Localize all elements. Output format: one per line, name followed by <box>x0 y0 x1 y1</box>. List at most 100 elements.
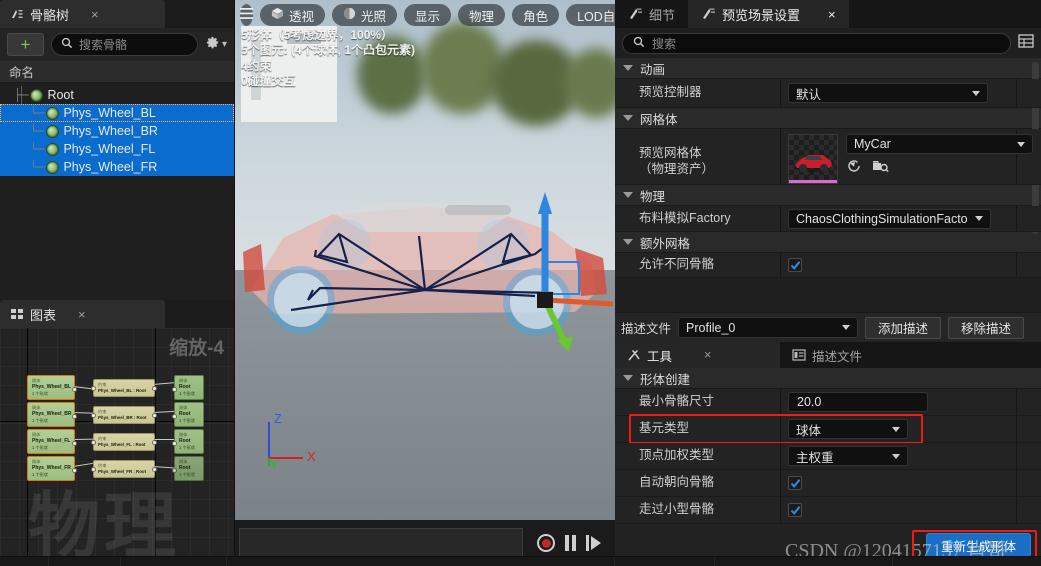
section-header-physics[interactable]: 物理 <box>615 185 1041 206</box>
viewport-lighting-button[interactable]: 光照 <box>332 4 398 26</box>
close-icon[interactable]: × <box>704 348 711 362</box>
node-name: Phys_Wheel_FR : Root <box>98 469 147 475</box>
browse-to-asset-icon[interactable] <box>872 158 889 179</box>
tab-preview-scene-settings[interactable]: 预览场景设置 × <box>688 0 849 28</box>
tree-row-phys-wheel-fr[interactable]: └─ Phys_Wheel_FR <box>0 158 234 176</box>
tree-row-root[interactable]: ├─ Root <box>0 86 234 104</box>
tree-row-phys-wheel-br[interactable]: └─ Phys_Wheel_BR <box>0 122 234 140</box>
graph-node-body[interactable]: 刚体 Phys_Wheel_BL 1 个形状 <box>27 375 77 401</box>
preview-mesh-thumbnail[interactable] <box>788 134 838 184</box>
combo-value: 默认 <box>796 87 822 102</box>
viewport-menu-button[interactable] <box>240 4 253 26</box>
preview-mesh-combo[interactable]: MyCar <box>846 134 1033 154</box>
node-input-pin[interactable] <box>91 440 96 445</box>
section-header-body-creation[interactable]: 形体创建 <box>615 368 1041 389</box>
viewport-character-button[interactable]: 角色 <box>512 4 560 26</box>
graph-node-constraint[interactable]: 约束 Phys_Wheel_BL : Root <box>91 379 157 398</box>
bone-icon <box>46 160 60 174</box>
search-icon <box>633 36 645 51</box>
step-triangle-icon <box>591 536 601 550</box>
node-input-pin[interactable] <box>91 467 96 472</box>
graph-zoom-label: 缩放-4 <box>169 338 224 359</box>
left-column: 骨骼树 × + 搜索骨骼 ▾ 命名 ├─ Root └─ Phys_Wheel_… <box>0 0 235 566</box>
min-bone-size-input[interactable]: 20.0 <box>788 392 928 412</box>
node-output-pin[interactable] <box>152 386 157 391</box>
app-root: 骨骼树 × + 搜索骨骼 ▾ 命名 ├─ Root └─ Phys_Wheel_… <box>0 0 1041 566</box>
node-input-pin[interactable] <box>172 441 177 446</box>
search-bone-input[interactable]: 搜索骨骼 <box>51 33 198 56</box>
details-search-row: 搜索 <box>615 28 1041 58</box>
graph-node-constraint[interactable]: 约束 Phys_Wheel_FL : Root <box>91 433 157 452</box>
close-icon[interactable]: × <box>91 8 99 21</box>
remove-profile-button[interactable]: 移除描述 <box>948 316 1025 339</box>
allow-different-skeletons-checkbox[interactable] <box>788 258 802 272</box>
auto-orient-to-bone-checkbox[interactable] <box>788 476 802 490</box>
pause-button[interactable] <box>565 535 576 551</box>
viewport-lod-button[interactable]: LOD自动 <box>566 4 615 26</box>
graph-node-root[interactable]: 刚体 Root 1 个形状 <box>172 402 204 428</box>
node-output-pin[interactable] <box>72 387 77 392</box>
preview-controller-combo[interactable]: 默认 <box>788 83 988 103</box>
node-output-pin[interactable] <box>72 414 77 419</box>
tab-skeleton-tree[interactable]: 骨骼树 × <box>0 0 165 28</box>
node-output-pin[interactable] <box>72 468 77 473</box>
viewport-character-label: 角色 <box>523 9 549 24</box>
node-output-pin[interactable] <box>152 467 157 472</box>
node-input-pin[interactable] <box>91 386 96 391</box>
node-input-pin[interactable] <box>172 468 177 473</box>
close-icon[interactable]: × <box>78 308 86 321</box>
graph-node-root[interactable]: 刚体 Root 1 个形状 <box>172 429 204 455</box>
revert-button[interactable]: ↰ <box>1033 148 1041 166</box>
tree-row-phys-wheel-fl[interactable]: └─ Phys_Wheel_FL <box>0 140 234 158</box>
node-input-pin[interactable] <box>172 414 177 419</box>
cloth-simulation-factory-combo[interactable]: ChaosClothingSimulationFacto <box>788 208 991 229</box>
property-row-auto-orient-to-bone: 自动朝向骨骼 <box>615 470 1041 497</box>
graph-node-body[interactable]: 刚体 Phys_Wheel_BR 1 个形状 <box>27 402 77 428</box>
graph-node-root[interactable]: 刚体 Root 1 个形状 <box>172 456 204 482</box>
step-bar-icon <box>586 535 589 551</box>
add-profile-button[interactable]: 添加描述 <box>865 316 942 339</box>
property-label: 预览网格体 （物理资产） <box>639 146 715 176</box>
skeleton-tree-list[interactable]: ├─ Root └─ Phys_Wheel_BL └─ Phys_Wheel_B… <box>0 83 234 300</box>
viewport-perspective-button[interactable]: 透视 <box>260 4 326 26</box>
use-selected-asset-icon[interactable] <box>846 158 862 179</box>
close-icon[interactable]: × <box>828 7 836 22</box>
node-output-pin[interactable] <box>152 413 157 418</box>
property-row-min-bone-size: 最小骨骼尺寸 20.0 <box>615 389 1041 416</box>
viewport-show-button[interactable]: 显示 <box>404 4 452 26</box>
tree-elbow-icon: └─ <box>30 160 45 174</box>
graph-node-body[interactable]: 刚体 Phys_Wheel_FL 1 个形状 <box>27 429 77 455</box>
add-bone-button[interactable]: + <box>7 33 44 56</box>
step-forward-button[interactable] <box>586 535 601 551</box>
graph-node-body[interactable]: 刚体 Phys_Wheel_FR 1 个形状 <box>27 456 77 482</box>
tab-profile-file[interactable]: 描述文件 <box>780 342 873 368</box>
details-properties-list[interactable]: 动画 预览控制器 默认 网格体 预览网格体 （物理资产） MyCar 物理 布料… <box>615 58 1041 312</box>
profile-combo[interactable]: Profile_0 <box>678 317 859 338</box>
graph-node-constraint[interactable]: 约束 Phys_Wheel_FR : Root <box>91 460 157 479</box>
primitive-type-combo[interactable]: 球体 <box>788 419 908 439</box>
record-button[interactable] <box>537 534 555 552</box>
skeleton-settings-button[interactable]: ▾ <box>205 35 227 55</box>
node-output-pin[interactable] <box>152 440 157 445</box>
graph-node-constraint[interactable]: 约束 Phys_Wheel_BR : Root <box>91 406 157 425</box>
walk-past-small-bones-checkbox[interactable] <box>788 503 802 517</box>
viewport-physics-button[interactable]: 物理 <box>458 4 506 26</box>
section-header-mesh[interactable]: 网格体 <box>615 108 1041 129</box>
tab-graph[interactable]: 图表 × <box>0 300 165 328</box>
property-value: ChaosClothingSimulationFacto <box>780 208 1041 229</box>
tree-row-phys-wheel-bl[interactable]: └─ Phys_Wheel_BL <box>0 104 234 122</box>
details-search-input[interactable]: 搜索 <box>622 32 1011 54</box>
viewport-3d[interactable]: 透视 光照 显示 物理 角色 LOD自动 <box>235 0 615 520</box>
section-header-animation[interactable]: 动画 <box>615 58 1041 79</box>
tab-details[interactable]: 细节 <box>615 0 688 28</box>
grid-view-icon[interactable] <box>1018 33 1034 54</box>
node-output-pin[interactable] <box>72 441 77 446</box>
section-header-additional-mesh[interactable]: 额外网格 <box>615 232 1041 253</box>
vertex-weighting-type-combo[interactable]: 主权重 <box>788 446 908 466</box>
graph-canvas[interactable]: 缩放-4 物理 刚体 Phys_Wheel_BL 1 个形状 刚体 Phys_W… <box>0 328 234 566</box>
node-input-pin[interactable] <box>91 413 96 418</box>
tab-tools[interactable]: 工具 × <box>615 342 780 368</box>
timeline-track[interactable] <box>239 527 523 559</box>
graph-node-root[interactable]: 刚体 Root 1 个形状 <box>172 375 204 401</box>
node-input-pin[interactable] <box>172 387 177 392</box>
